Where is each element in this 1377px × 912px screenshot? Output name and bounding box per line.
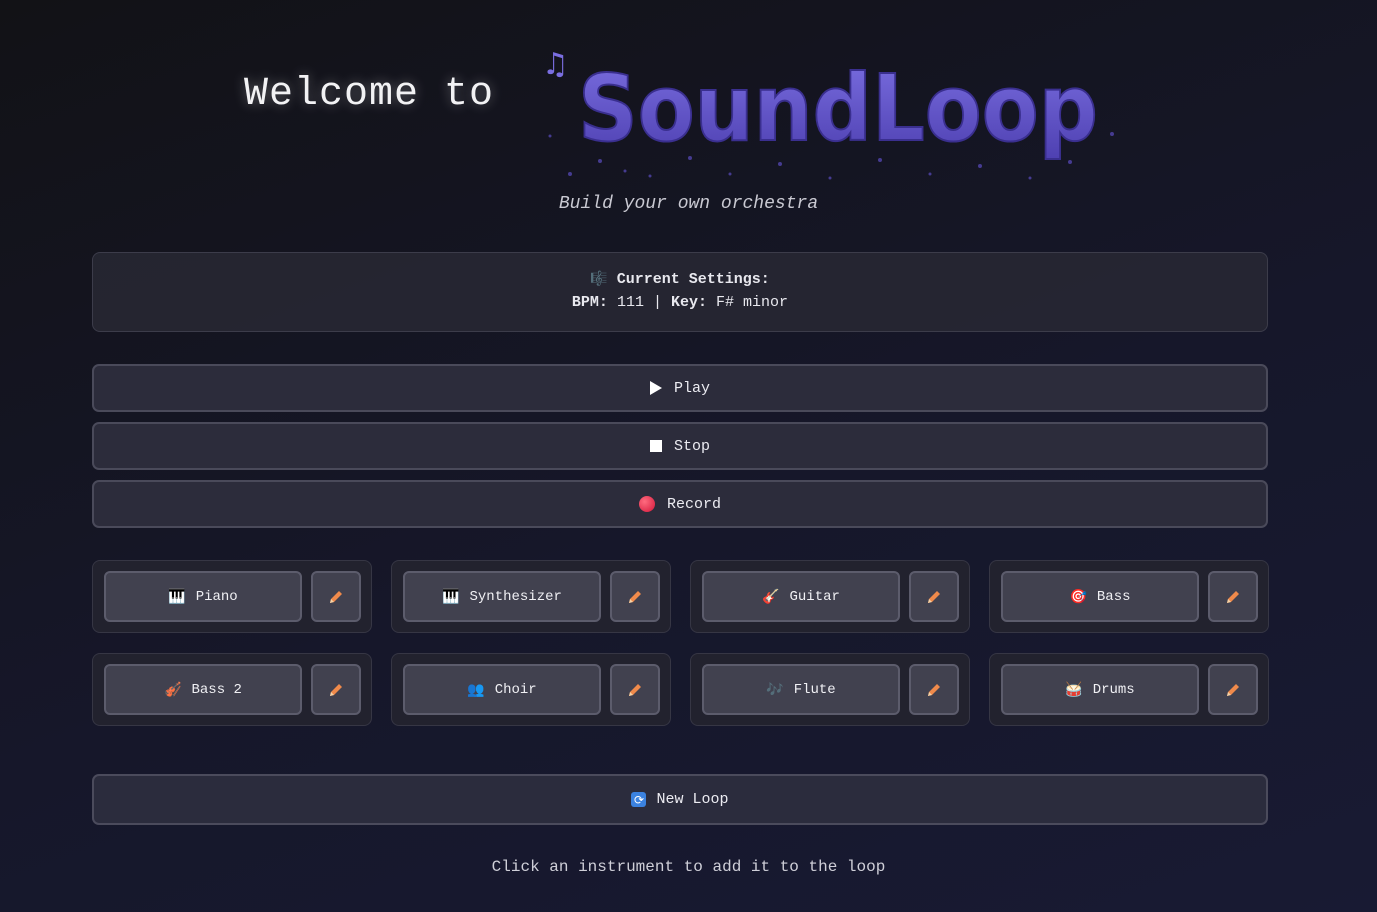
instrument-label: Piano: [195, 588, 238, 605]
instrument-button-flute[interactable]: 🎶 Flute: [702, 664, 900, 715]
play-icon: [649, 381, 662, 395]
pencil-icon: [928, 683, 940, 696]
hint-text: Click an instrument to add it to the loo…: [491, 858, 886, 876]
instrument-button-piano[interactable]: 🎹 Piano: [104, 571, 302, 622]
edit-flute-button[interactable]: [909, 664, 959, 715]
edit-synthesizer-button[interactable]: [610, 571, 660, 622]
settings-title-row: 🎼 Current Settings:: [93, 271, 1267, 288]
instrument-label: Guitar: [789, 588, 840, 605]
play-button[interactable]: Play: [92, 364, 1268, 412]
people-icon: 👥: [467, 681, 485, 698]
play-label: Play: [673, 379, 710, 397]
instrument-card-synthesizer: 🎹 Synthesizer: [391, 560, 671, 633]
flute-icon: 🎶: [766, 681, 784, 698]
instrument-label: Choir: [494, 681, 537, 698]
key-label: Key:: [671, 294, 708, 311]
soundloop-logo: ♫ SoundLoop: [542, 47, 1114, 180]
edit-guitar-button[interactable]: [909, 571, 959, 622]
instrument-card-drums: 🥁 Drums: [989, 653, 1269, 726]
instrument-card-guitar: 🎸 Guitar: [690, 560, 970, 633]
edit-bass-button[interactable]: [1208, 571, 1258, 622]
pencil-icon: [330, 590, 342, 603]
settings-title: Current Settings:: [616, 271, 770, 288]
instrument-button-synthesizer[interactable]: 🎹 Synthesizer: [403, 571, 601, 622]
record-icon: [638, 496, 655, 512]
bpm-label: BPM:: [571, 294, 608, 311]
edit-bass-2-button[interactable]: [311, 664, 361, 715]
new-loop-button[interactable]: ⟳ New Loop: [92, 774, 1268, 825]
guitar-icon: 🎸: [762, 588, 780, 605]
target-icon: 🎯: [1069, 588, 1087, 605]
pencil-icon: [1227, 683, 1239, 696]
instrument-card-piano: 🎹 Piano: [92, 560, 372, 633]
subtitle: Build your own orchestra: [558, 194, 819, 214]
instrument-button-choir[interactable]: 👥 Choir: [403, 664, 601, 715]
instrument-card-flute: 🎶 Flute: [690, 653, 970, 726]
welcome-text: Welcome to: [244, 72, 495, 117]
bpm-value: 111: [616, 294, 644, 311]
instrument-label: Drums: [1092, 681, 1135, 698]
instrument-button-bass-2[interactable]: 🎻 Bass 2: [104, 664, 302, 715]
instrument-button-bass[interactable]: 🎯 Bass: [1001, 571, 1199, 622]
edit-choir-button[interactable]: [610, 664, 660, 715]
pencil-icon: [629, 683, 641, 696]
settings-values-row: BPM: 111 | Key: F# minor: [93, 294, 1267, 311]
drum-icon: 🥁: [1065, 681, 1083, 698]
instrument-card-choir: 👥 Choir: [391, 653, 671, 726]
instrument-label: Bass 2: [191, 681, 242, 698]
edit-drums-button[interactable]: [1208, 664, 1258, 715]
settings-separator: |: [652, 294, 662, 311]
stop-label: Stop: [673, 437, 710, 455]
instrument-label: Flute: [793, 681, 836, 698]
logo-wordmark: SoundLoop: [578, 55, 1098, 162]
header: Welcome to ♫ SoundLoop Build your own or…: [0, 0, 1377, 214]
new-loop-label: New Loop: [656, 791, 729, 808]
pencil-icon: [1227, 590, 1239, 603]
piano-icon: 🎹: [168, 588, 186, 605]
record-button[interactable]: Record: [92, 480, 1268, 528]
instrument-label: Bass: [1096, 588, 1131, 605]
instrument-card-bass-2: 🎻 Bass 2: [92, 653, 372, 726]
instrument-card-bass: 🎯 Bass: [989, 560, 1269, 633]
stop-icon: [649, 440, 662, 452]
edit-piano-button[interactable]: [311, 571, 361, 622]
key-value: F# minor: [716, 294, 789, 311]
pencil-icon: [629, 590, 641, 603]
violin-icon: 🎻: [164, 681, 182, 698]
instrument-button-drums[interactable]: 🥁 Drums: [1001, 664, 1199, 715]
pencil-icon: [330, 683, 342, 696]
refresh-icon: ⟳: [631, 792, 647, 807]
stop-button[interactable]: Stop: [92, 422, 1268, 470]
pencil-icon: [928, 590, 940, 603]
instrument-button-guitar[interactable]: 🎸 Guitar: [702, 571, 900, 622]
logo-note-icon: ♫: [542, 47, 569, 82]
current-settings-panel: 🎼 Current Settings: BPM: 111 | Key: F# m…: [92, 252, 1268, 332]
record-label: Record: [666, 495, 721, 513]
instrument-label: Synthesizer: [469, 588, 562, 605]
keyboard-icon: 🎹: [442, 588, 460, 605]
music-sheet-icon: 🎼: [590, 271, 608, 287]
